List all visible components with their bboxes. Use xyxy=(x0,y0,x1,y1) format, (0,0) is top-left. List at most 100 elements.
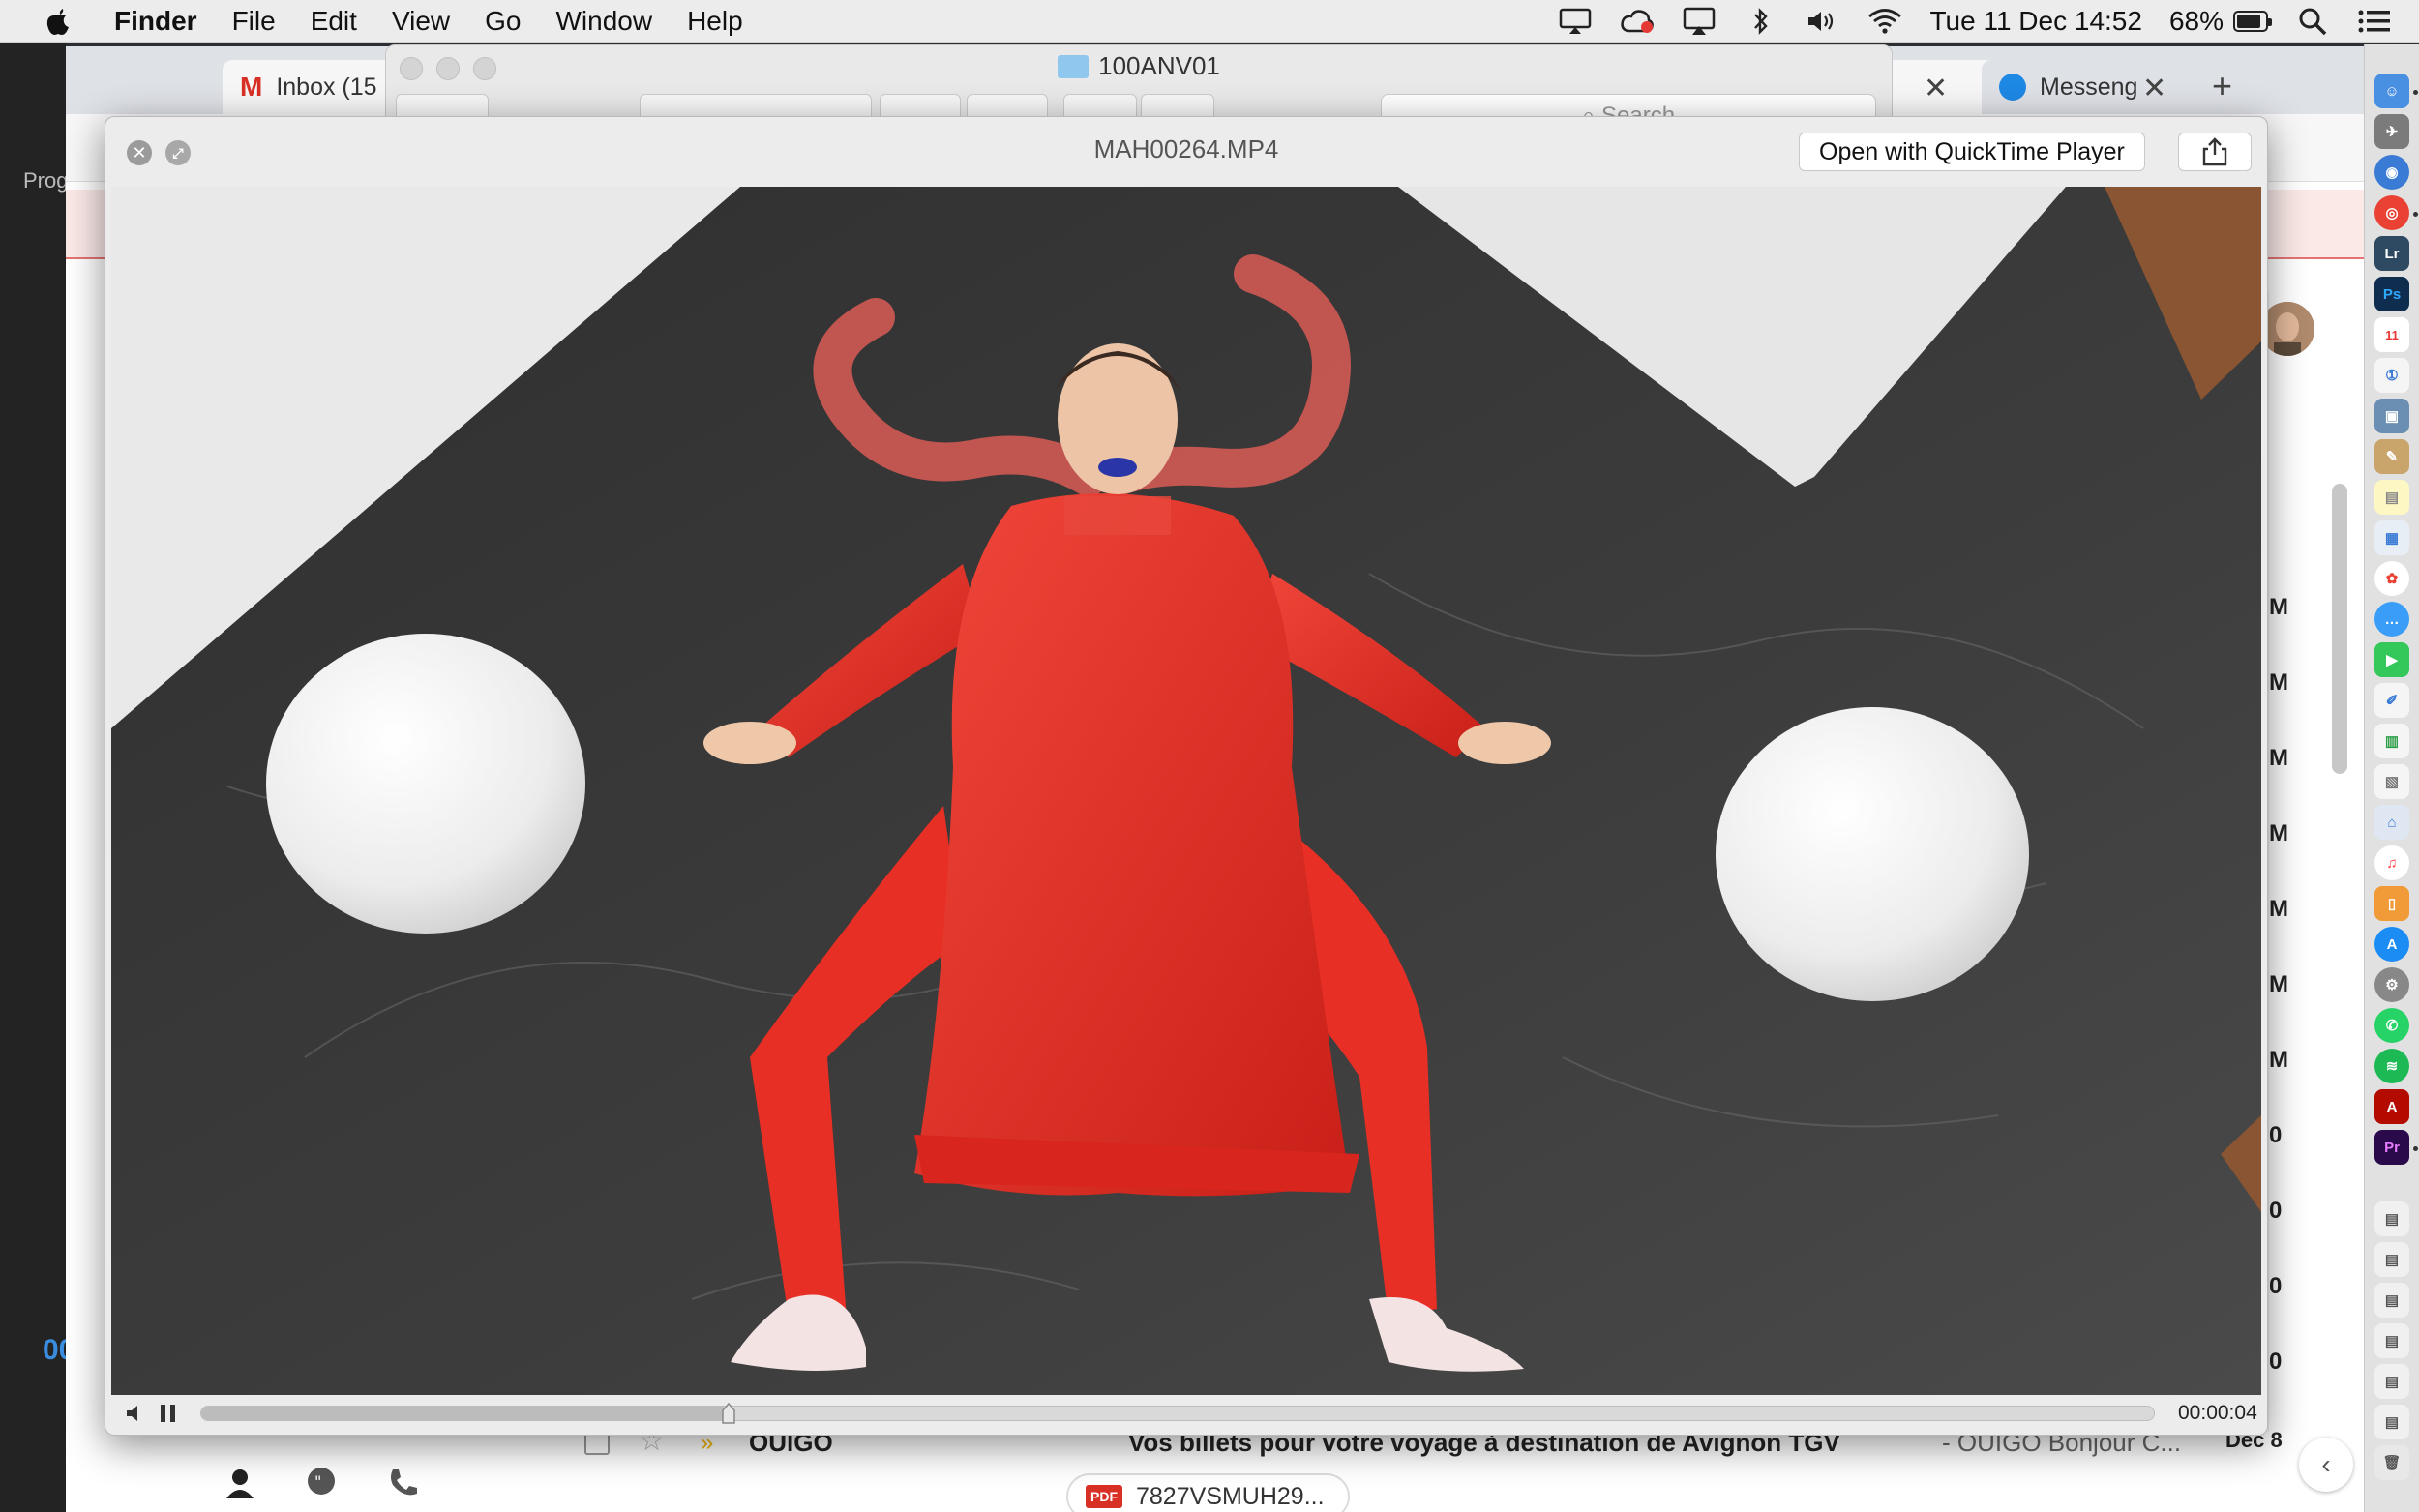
preview-dock-icon[interactable]: ▣ xyxy=(2374,399,2409,433)
app-store-dock-icon[interactable]: A xyxy=(2374,927,2409,962)
network-dock-icon[interactable]: ⌂ xyxy=(2374,805,2409,840)
time-label: M xyxy=(2269,1047,2288,1073)
pause-button[interactable] xyxy=(154,1399,183,1428)
contacts-icon[interactable] xyxy=(223,1466,257,1500)
lightroom-dock-icon[interactable]: Lr xyxy=(2374,236,2409,271)
time-label: M xyxy=(2269,594,2288,620)
document-dock-icon[interactable]: ▤ xyxy=(2374,1201,2409,1236)
menu-edit[interactable]: Edit xyxy=(301,6,382,37)
time-label: 0 xyxy=(2269,1198,2283,1224)
pause-icon xyxy=(161,1405,175,1422)
wifi-icon[interactable] xyxy=(1867,5,1902,38)
battery-icon[interactable] xyxy=(2233,5,2272,38)
macos-menu-bar: Finder File Edit View Go Window Help Tue… xyxy=(0,0,2419,43)
trash-dock-icon[interactable]: 🗑 xyxy=(2374,1445,2409,1480)
finder-folder-name: 100ANV01 xyxy=(1098,51,1220,80)
launchpad-dock-icon[interactable]: ✈ xyxy=(2374,114,2409,149)
menu-help[interactable]: Help xyxy=(677,6,768,37)
messages-dock-icon[interactable]: … xyxy=(2374,602,2409,637)
contacts-dock-icon[interactable]: ① xyxy=(2374,358,2409,393)
quicklook-header: ✕ ⤢ MAH00264.MP4 Open with QuickTime Pla… xyxy=(105,117,2267,185)
document-dock-icon[interactable]: ▤ xyxy=(2374,1323,2409,1358)
notes-dock-icon[interactable]: ✎ xyxy=(2374,439,2409,474)
document-dock-icon[interactable]: ▤ xyxy=(2374,1283,2409,1318)
gmail-scrollbar[interactable] xyxy=(2332,484,2347,774)
photoshop-dock-icon[interactable]: Ps xyxy=(2374,277,2409,311)
keynote-dock-icon[interactable]: ▦ xyxy=(2374,520,2409,555)
facetime-dock-icon[interactable]: ▶ xyxy=(2374,642,2409,677)
bluetooth-icon[interactable] xyxy=(1744,5,1778,38)
scrubber-thumb-icon[interactable] xyxy=(722,1403,735,1424)
pages-dock-icon[interactable]: ✐ xyxy=(2374,683,2409,718)
tab-label: Inbox (15 xyxy=(276,73,377,101)
ibooks-dock-icon[interactable]: ▯ xyxy=(2374,886,2409,921)
timecode-fragment: 00 xyxy=(43,1334,66,1366)
collapse-panel-button[interactable]: ‹ xyxy=(2299,1438,2353,1492)
calendar-dock-icon[interactable]: 11 xyxy=(2374,317,2409,352)
textedit-dock-icon[interactable]: ▧ xyxy=(2374,764,2409,799)
system-preferences-dock-icon[interactable]: ⚙ xyxy=(2374,967,2409,1002)
playback-scrubber[interactable] xyxy=(200,1403,2155,1424)
menu-view[interactable]: View xyxy=(382,6,475,37)
chrome-dock-icon[interactable]: ◎ xyxy=(2374,195,2409,230)
gmail-logo-icon: M xyxy=(240,72,263,102)
document-dock-icon[interactable]: ▤ xyxy=(2374,1405,2409,1439)
avatar-face-icon xyxy=(2260,302,2314,356)
menu-bar-clock[interactable]: Tue 11 Dec 14:52 xyxy=(1929,6,2141,37)
messenger-icon xyxy=(1999,74,2026,101)
close-tab-icon[interactable]: ✕ xyxy=(2142,72,2166,105)
spotify-dock-icon[interactable]: ≋ xyxy=(2374,1049,2409,1083)
gmail-footer-icons: " xyxy=(223,1466,420,1500)
gmail-right-column xyxy=(2268,290,2364,1432)
itunes-dock-icon[interactable]: ♫ xyxy=(2374,845,2409,880)
share-icon xyxy=(2202,137,2227,166)
avatar[interactable] xyxy=(2260,302,2314,356)
menu-file[interactable]: File xyxy=(223,6,301,37)
airplay-icon[interactable] xyxy=(1682,5,1717,38)
menu-window[interactable]: Window xyxy=(546,6,677,37)
played-portion xyxy=(201,1407,729,1420)
time-label: M xyxy=(2269,745,2288,771)
document-dock-icon[interactable]: ▤ xyxy=(2374,1364,2409,1399)
battery-percent[interactable]: 68% xyxy=(2169,6,2224,37)
open-with-quicktime-button[interactable]: Open with QuickTime Player xyxy=(1799,133,2145,171)
premiere-background-panel: Prog 00 xyxy=(0,43,66,1512)
menu-bar-status-area: Tue 11 Dec 14:52 68% xyxy=(1558,5,2419,38)
finder-title: 100ANV01 xyxy=(386,51,1892,81)
svg-text:": " xyxy=(314,1472,321,1491)
stickies-dock-icon[interactable]: ▤ xyxy=(2374,480,2409,515)
time-label: 0 xyxy=(2269,1122,2283,1148)
airplay-display-icon[interactable] xyxy=(1558,5,1593,38)
finder-dock-icon[interactable]: ☺ xyxy=(2374,74,2409,108)
video-preview[interactable] xyxy=(111,187,2261,1395)
menu-app-name[interactable]: Finder xyxy=(106,6,223,37)
safari-dock-icon[interactable]: ◉ xyxy=(2374,155,2409,190)
photos-dock-icon[interactable]: ✿ xyxy=(2374,561,2409,596)
attachment-filename: 7827VSMUH29... xyxy=(1136,1482,1325,1510)
whatsapp-dock-icon[interactable]: ✆ xyxy=(2374,1008,2409,1043)
time-label: M xyxy=(2269,820,2288,846)
quicklook-window: ✕ ⤢ MAH00264.MP4 Open with QuickTime Pla… xyxy=(105,116,2268,1436)
new-tab-icon[interactable]: + xyxy=(2212,66,2232,106)
pdf-attachment-chip[interactable]: PDF 7827VSMUH29... xyxy=(1066,1473,1350,1512)
premiere-dock-icon[interactable]: Pr xyxy=(2374,1130,2409,1165)
hangouts-icon[interactable]: " xyxy=(304,1466,339,1500)
numbers-dock-icon[interactable]: ▥ xyxy=(2374,724,2409,758)
elapsed-time: 00:00:04 xyxy=(2178,1402,2257,1424)
quicklook-share-button[interactable] xyxy=(2178,133,2252,171)
program-panel-label: Prog xyxy=(23,168,66,193)
dock: ☺ ✈ ◉ ◎ Lr Ps 11 ① ▣ ✎ ▤ ▦ ✿ … ▶ ✐ ▥ ▧ ⌂… xyxy=(2364,44,2419,1512)
pdf-icon: PDF xyxy=(1086,1485,1122,1508)
phone-icon[interactable] xyxy=(385,1466,420,1500)
creative-cloud-icon[interactable] xyxy=(1620,5,1655,38)
notification-center-icon[interactable] xyxy=(2357,5,2392,38)
volume-icon[interactable] xyxy=(1806,5,1840,38)
menu-go[interactable]: Go xyxy=(475,6,546,37)
close-tab-icon[interactable]: ✕ xyxy=(1924,72,1948,105)
acrobat-dock-icon[interactable]: A xyxy=(2374,1089,2409,1124)
speaker-icon xyxy=(127,1406,137,1421)
spotlight-search-icon[interactable] xyxy=(2295,5,2330,38)
document-dock-icon[interactable]: ▤ xyxy=(2374,1242,2409,1277)
volume-button[interactable] xyxy=(121,1399,150,1428)
apple-menu-icon[interactable] xyxy=(39,2,77,41)
